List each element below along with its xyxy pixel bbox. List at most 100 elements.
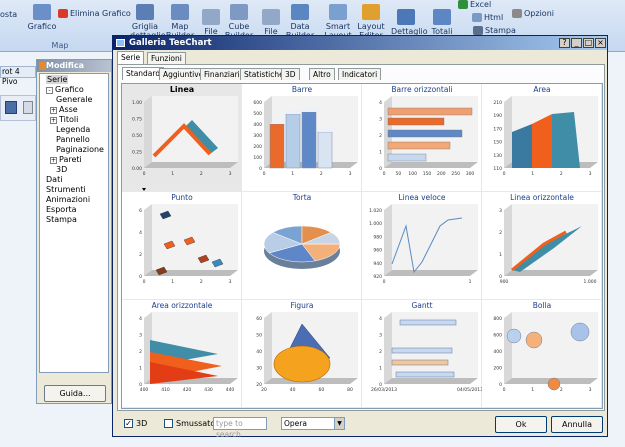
tree-item[interactable]: Stampa [46, 215, 77, 225]
subtab-standard[interactable]: Standard [122, 67, 165, 80]
ribbon-button-15[interactable]: Stampa [473, 26, 516, 35]
expand-icon[interactable]: + [50, 157, 57, 164]
tab-rot4[interactable]: rot 4 [2, 67, 20, 76]
chevron-down-icon[interactable]: ▼ [334, 418, 344, 429]
subtab-indicatori[interactable]: Indicatori [338, 68, 382, 80]
expand-icon[interactable]: + [50, 107, 57, 114]
editor-title: Modifica Chart [37, 60, 111, 82]
ribbon-button-label: Html [484, 13, 504, 22]
tab-serie[interactable]: Serie [117, 51, 145, 64]
bubble [506, 328, 522, 344]
tree-item[interactable]: Animazioni [46, 195, 90, 205]
y-tick-label: 190 [493, 113, 502, 119]
x-tick-label: 0 [383, 279, 386, 285]
tree-item-label: Asse [59, 105, 78, 114]
theme-select[interactable]: Opera ▼ [281, 417, 345, 430]
gallery-preview: 1.020 1.000 980 960 940 9200 1 [369, 204, 478, 285]
tree-item-label: Animazioni [46, 195, 91, 204]
tree-item[interactable]: + Pareti [50, 155, 82, 165]
gallery-item-shape[interactable]: 60 50 40 30 20 20 40 60 80 Figura [242, 300, 362, 408]
data-builder-icon [291, 4, 309, 20]
bubble [525, 331, 543, 349]
gallery-preview: 64200 1 2 3 [139, 204, 238, 285]
close-icon[interactable]: × [595, 38, 606, 48]
left-toolbar [0, 95, 36, 121]
gallery-item-area[interactable]: 210 190 170 150 130 110 0 1 2 3 Area [482, 84, 602, 192]
ribbon-button-label: Excel [470, 0, 492, 9]
ribbon-button-13[interactable]: Html [472, 13, 503, 22]
gallery-item-title: Figura [290, 301, 314, 310]
tree-item-label: Stampa [46, 215, 77, 224]
tree-item[interactable]: Paginazione [56, 145, 104, 155]
x-tick-label: 2 [200, 279, 203, 285]
gallery-item-harea[interactable]: 4 3 2 1 0 400 410 420 430 440 Area orizzontale [122, 300, 242, 408]
expand-icon[interactable]: + [50, 117, 57, 124]
help-icon[interactable]: ? [559, 38, 570, 48]
ribbon-button-0[interactable]: Grafico [27, 4, 57, 31]
collapse-icon[interactable]: - [46, 87, 53, 94]
guide-button[interactable]: Guida... [44, 385, 106, 402]
tree-item[interactable]: Dati [46, 175, 62, 185]
search-input[interactable]: type to search [213, 417, 267, 439]
gallery-item-point[interactable]: 6 4 2 0 0 1 2 3 Punto [122, 192, 242, 300]
gallery-preview: 432100 50 100 150 200 250 300 [379, 96, 478, 177]
ribbon-button-1[interactable]: Elimina Grafico [58, 9, 131, 18]
y-tick-label: 2 [139, 349, 142, 355]
gallery-item-gantt[interactable]: 4 3 2 1 0 26/03/2013 04/05/2013 Gantt [362, 300, 482, 408]
tree-item[interactable]: + Titoli [50, 115, 78, 125]
dialog-bottom-bar: ✓ 3D Smussato type to search Opera ▼ Ok A… [121, 416, 603, 439]
tree-item[interactable]: + Asse [50, 105, 78, 115]
gallery-dialog: Galleria TeeChart ? _ □ × Serie Funzioni … [112, 35, 608, 439]
x-tick-label: 0 [383, 171, 386, 177]
tab-pivot[interactable]: Pivo [2, 77, 17, 86]
ribbon-button-14[interactable]: Opzioni [512, 9, 554, 18]
tree-item-label: Generale [56, 95, 93, 104]
gallery-item-bar[interactable]: 600 500 400 300 200 100 0 0 1 2 3 Barre [242, 84, 362, 192]
ribbon-button-11[interactable]: Totali [427, 9, 457, 36]
copy-icon[interactable] [23, 101, 33, 114]
cancel-button[interactable]: Annulla [551, 416, 603, 433]
gallery-item-hline[interactable]: 3 2 1 0 900 1.000 Linea orizzontale [482, 192, 602, 300]
document-tabs[interactable]: rot 4 Pivo [0, 66, 36, 86]
gallery-item-pie[interactable]: Torta [242, 192, 362, 300]
x-tick-label: 150 [423, 171, 432, 177]
y-tick-label: 50 [256, 333, 262, 339]
gallery-item-title: Area [533, 85, 551, 94]
ribbon-button-4[interactable]: File [196, 9, 226, 36]
maximize-icon[interactable]: □ [583, 38, 594, 48]
chart-floor [384, 270, 478, 276]
subtab-altro[interactable]: Altro [309, 68, 335, 80]
tree-item[interactable]: Strumenti [46, 185, 86, 195]
y-tick-label: 1.000 [369, 221, 382, 227]
gallery-item-bubble[interactable]: 800 600 400 200 0 0 1 2 3 Bolla [482, 300, 602, 408]
gallery-item-hbar[interactable]: 4 3 2 1 0 0 50 100 150 200 250 300 Barre orizzontali [362, 84, 482, 192]
minimize-icon[interactable]: _ [571, 38, 582, 48]
ribbon-button-12[interactable]: Excel [458, 0, 491, 9]
tree-item[interactable]: Legenda [56, 125, 90, 135]
tree-item[interactable]: Generale [56, 95, 92, 105]
y-tick-label: 1 [139, 366, 142, 372]
tree-item-label: Grafico [55, 85, 84, 94]
check-smooth[interactable] [164, 419, 173, 428]
y-tick-label: 40 [256, 349, 262, 355]
y-tick-label: 800 [493, 316, 502, 322]
y-tick-label: 150 [493, 140, 502, 146]
tab-funzioni[interactable]: Funzioni [147, 52, 186, 64]
gallery-item-fastline[interactable]: 1.020 1.000 980 960 940 920 0 1 Linea veloce [362, 192, 482, 300]
check-3d[interactable]: ✓ [124, 419, 133, 428]
tree-item[interactable]: Esporta [46, 205, 77, 215]
tree-item-label: Paginazione [56, 145, 104, 154]
subtab-3d[interactable]: 3D [281, 68, 300, 80]
tree-item[interactable]: 3D [56, 165, 67, 175]
y-tick-label: 200 [253, 144, 262, 150]
editor-icon [39, 62, 46, 70]
save-icon[interactable] [5, 101, 17, 114]
gallery-item-line[interactable]: 1.00 0.75 0.50 0.25 0.00 0 1 2 3 Linea [122, 84, 242, 192]
x-tick-label: 900 [500, 279, 509, 285]
tree-item[interactable]: - Grafico [46, 85, 84, 95]
ribbon-button-10[interactable]: Dettaglio [391, 9, 428, 36]
tree-item[interactable]: Pannello [56, 135, 90, 145]
ribbon-button-6[interactable]: File [256, 9, 286, 36]
ok-button[interactable]: Ok [495, 416, 547, 433]
tree-item[interactable]: Serie [46, 75, 69, 85]
